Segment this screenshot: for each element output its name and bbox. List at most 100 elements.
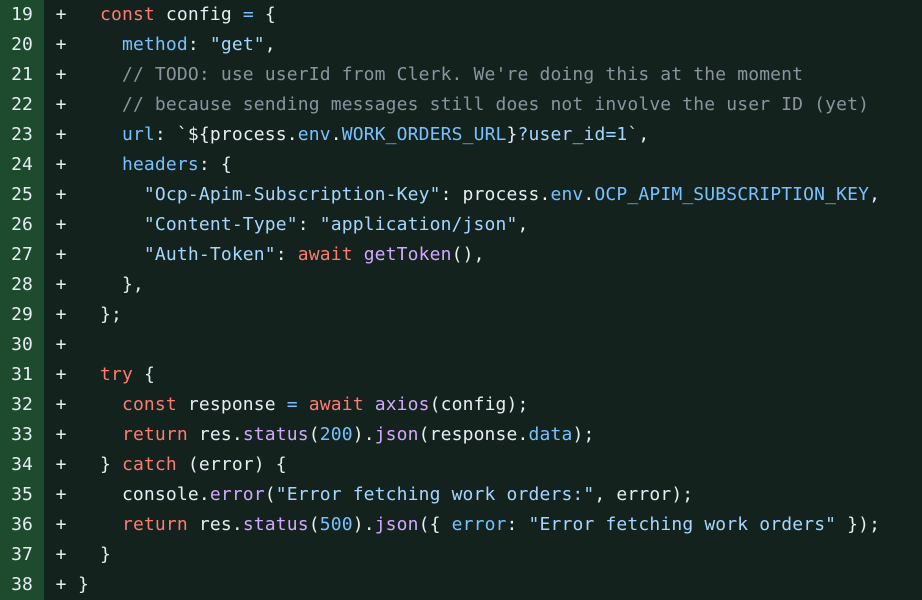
line-number: 32 [0,390,44,420]
code-line: 19 + const config = { [0,0,922,30]
code-token: status [242,514,309,535]
code-token: 200 [319,424,353,445]
line-number: 36 [0,510,44,540]
code-line: 30 + [0,330,922,360]
code-token: ( [308,424,320,445]
code-token: "application/json" [319,214,518,235]
code-token: , [869,184,881,205]
code-token: "Ocp-Apim-Subscription-Key" [143,184,441,205]
code-text: "Content-Type": "application/json", [78,210,529,240]
code-token: . [583,184,595,205]
line-number: 35 [0,480,44,510]
code-token: getToken [363,244,452,265]
code-token: error [209,484,265,505]
added-line-marker: + [55,34,67,55]
code-token: , [517,214,529,235]
line-number: 25 [0,180,44,210]
code-token: (error) { [176,454,287,475]
line-number: 38 [0,570,44,600]
added-line-marker: + [55,274,67,295]
code-text: // because sending messages still does n… [78,90,869,120]
code-token: response [176,394,287,415]
added-line-marker: + [55,574,67,595]
code-text: try { [78,360,155,390]
code-token: ({ [418,514,452,535]
code-token: axios [374,394,430,415]
code-text: const response = await axios(config); [78,390,529,420]
added-line-marker: + [55,304,67,325]
code-line: 27 + "Auth-Token": await getToken(), [0,240,922,270]
code-text: } catch (error) { [78,450,287,480]
code-token: // because sending messages still does n… [121,94,870,115]
code-token: return [121,424,188,445]
code-token: { [253,4,276,25]
code-token: return [121,514,188,535]
code-token: } [78,574,89,595]
code-line: 23 + url: `${process.env.WORK_ORDERS_URL}… [0,120,922,150]
code-line: 20 + method: "get", [0,30,922,60]
code-line: 21 + // TODO: use userId from Clerk. We'r… [0,60,922,90]
line-number: 24 [0,150,44,180]
code-token: "Content-Type" [143,214,298,235]
code-line: 38 +} [0,570,922,600]
code-text: "Ocp-Apim-Subscription-Key": process.env… [78,180,880,210]
code-token: try [99,364,133,385]
code-token: res. [187,514,243,535]
code-token: : process. [440,184,551,205]
code-token: catch [121,454,177,475]
code-token: : [297,214,320,235]
added-line-marker: + [55,64,67,85]
code-token: ( [308,514,320,535]
code-token: headers [121,154,199,175]
line-number: 28 [0,270,44,300]
code-token: . [330,124,342,145]
code-token: }); [836,514,881,535]
code-text: headers: { [78,150,232,180]
added-line-marker: + [55,124,67,145]
code-line: 36 + return res.status(500).json({ error:… [0,510,922,540]
code-text: return res.status(200).json(response.dat… [78,420,594,450]
code-line: 37 + } [0,540,922,570]
added-line-marker: + [55,214,67,235]
line-number: 31 [0,360,44,390]
code-text: } [78,540,111,570]
line-number: 19 [0,0,44,30]
code-token: 500 [319,514,353,535]
code-token: config [154,4,243,25]
code-token: "Auth-Token" [143,244,276,265]
code-token: env [550,184,584,205]
code-token: } [78,544,111,565]
code-line: 28 + }, [0,270,922,300]
line-number: 27 [0,240,44,270]
code-token: : `${process. [154,124,298,145]
code-token: ); [572,424,595,445]
code-token: (config); [429,394,529,415]
code-token: = [286,394,298,415]
code-text: // TODO: use userId from Clerk. We're do… [78,60,803,90]
code-text: }, [78,270,144,300]
code-text: console.error("Error fetching work order… [78,480,693,510]
code-text: } [78,570,89,600]
code-token: await [297,244,353,265]
line-number: 21 [0,60,44,90]
code-token: (), [451,244,485,265]
code-line: 34 + } catch (error) { [0,450,922,480]
added-line-marker: + [55,244,67,265]
code-token: status [242,424,309,445]
code-text: method: "get", [78,30,276,60]
code-token: env [297,124,331,145]
added-line-marker: + [55,154,67,175]
code-token: , [264,34,276,55]
code-token: (response. [418,424,529,445]
code-token: ( [264,484,276,505]
code-token: data [528,424,573,445]
code-token: , [638,124,650,145]
added-line-marker: + [55,454,67,475]
